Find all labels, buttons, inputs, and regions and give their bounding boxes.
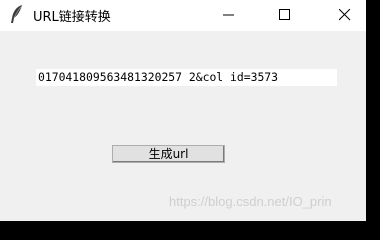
app-window: URL链接转换 017041809563481320257 2&col id=3…	[0, 0, 366, 221]
close-icon	[339, 9, 351, 21]
minimize-button[interactable]	[206, 0, 252, 31]
watermark: https://blog.csdn.net/IO_prin	[169, 194, 332, 209]
generate-url-button[interactable]: 生成url	[112, 145, 225, 163]
close-button[interactable]	[322, 0, 366, 31]
url-input[interactable]: 017041809563481320257 2&col id=3573	[36, 69, 337, 86]
minimize-icon	[223, 14, 234, 16]
title-bar[interactable]: URL链接转换	[0, 0, 366, 31]
maximize-icon	[279, 9, 290, 20]
window-title: URL链接转换	[33, 10, 111, 25]
feather-icon	[8, 4, 26, 24]
maximize-button[interactable]	[262, 0, 308, 31]
